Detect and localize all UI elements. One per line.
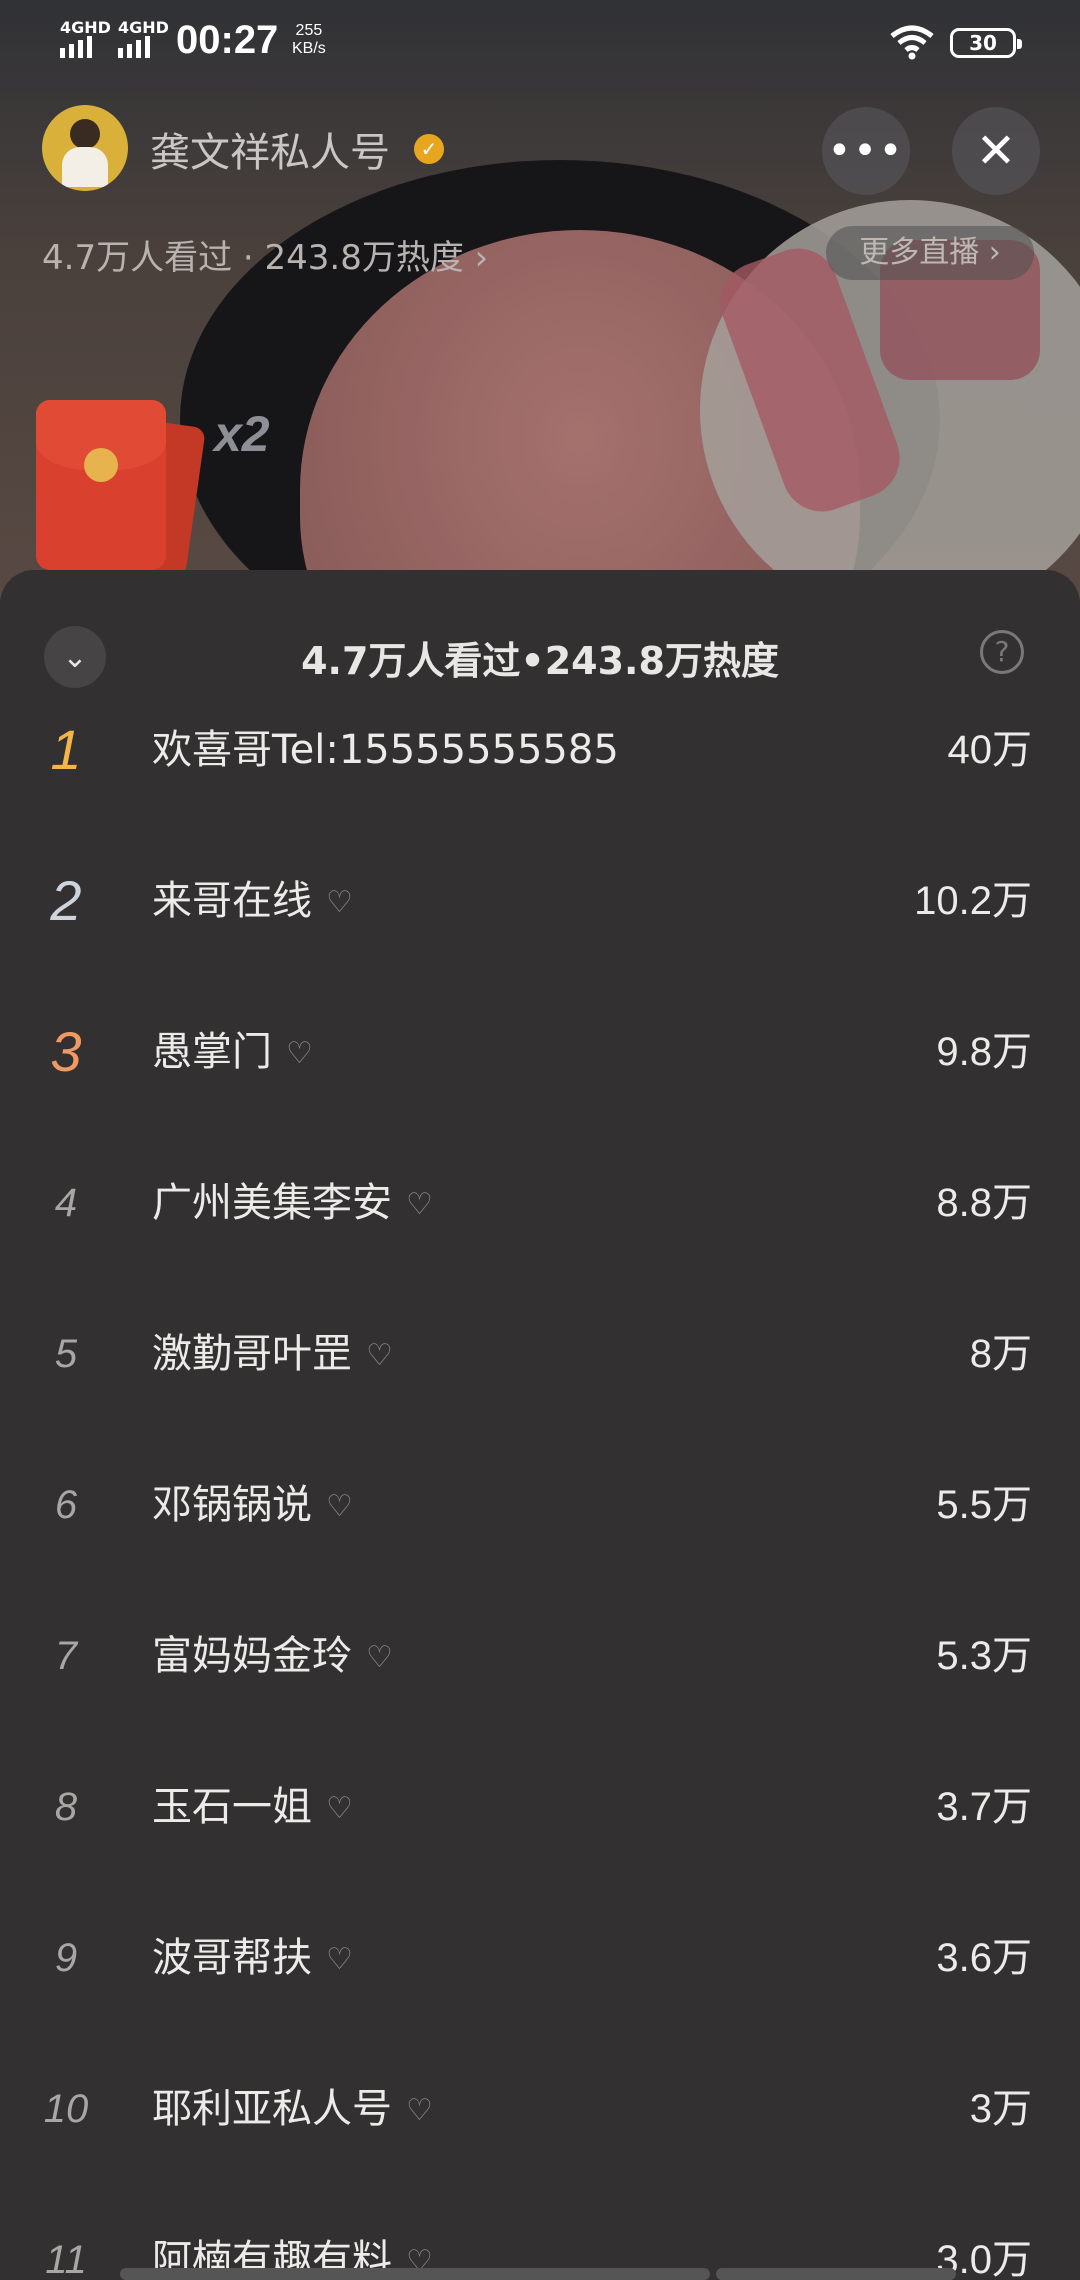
contribution-score: 40万 <box>947 728 1033 772</box>
clock: 00:27 <box>176 18 279 62</box>
user-name: 波哥帮扶 ♡ <box>152 1898 353 2018</box>
ranking-list: 1 欢喜哥Tel:15555555585 40万 2 来哥在线 ♡ 10.2万 3 愚掌门 ♡ 9.… <box>0 690 1080 2280</box>
host-avatar[interactable] <box>42 105 128 191</box>
bottom-bar-shape <box>120 2268 710 2280</box>
fan-badge-icon: ♡ <box>406 2093 433 2128</box>
more-live-button[interactable]: 更多直播 › <box>826 226 1034 280</box>
ranking-row[interactable]: 3 愚掌门 ♡ 9.8万 <box>0 992 1080 1143</box>
contribution-score: 9.8万 <box>936 1030 1032 1074</box>
network-speed-unit: KB/s <box>292 40 326 57</box>
contribution-score: 3万 <box>969 2087 1032 2131</box>
ranking-sheet: ⌄ 4.7万人看过•243.8万热度 ? 1 欢喜哥Tel:15555555585… <box>0 570 1080 2280</box>
fan-badge-icon: ♡ <box>406 1187 433 1222</box>
user-name-text: 来哥在线 <box>152 878 312 924</box>
rank-number: 4 <box>54 1181 78 1225</box>
network-label-2: 4GHD <box>118 18 169 37</box>
ranking-row[interactable]: 9 波哥帮扶 ♡ 3.6万 <box>0 1898 1080 2049</box>
user-name: 来哥在线 ♡ <box>152 841 353 961</box>
fan-badge-icon: ♡ <box>326 1791 353 1826</box>
contribution-score: 10.2万 <box>914 879 1032 923</box>
ranking-row[interactable]: 8 玉石一姐 ♡ 3.7万 <box>0 1747 1080 1898</box>
close-icon: ✕ <box>975 123 1017 179</box>
contribution-score: 5.3万 <box>936 1634 1032 1678</box>
rank-number: 5 <box>54 1332 78 1376</box>
user-name-text: 激勤哥叶罡 <box>152 1331 352 1377</box>
red-packet-seal-shape <box>84 448 118 482</box>
rank-number: 3 <box>50 1020 82 1083</box>
contribution-score: 8万 <box>969 1332 1032 1376</box>
host-name[interactable]: 龚文祥私人号 <box>150 120 390 178</box>
network-label-1: 4GHD <box>60 18 111 37</box>
more-dots-icon: ••• <box>827 128 905 174</box>
avatar-head-shape <box>70 119 100 149</box>
signal-bars-2-icon <box>118 36 150 58</box>
ranking-row[interactable]: 10 耶利亚私人号 ♡ 3万 <box>0 2049 1080 2200</box>
wifi-icon <box>890 25 934 60</box>
rank-number: 8 <box>54 1785 78 1829</box>
network-speed-value: 255 <box>295 22 323 39</box>
user-name: 欢喜哥Tel:15555555585 <box>152 690 619 810</box>
close-button[interactable]: ✕ <box>952 107 1040 195</box>
user-name-text: 耶利亚私人号 <box>152 2086 392 2132</box>
user-name: 邓锅锅说 ♡ <box>152 1445 353 1565</box>
contribution-score: 8.8万 <box>936 1181 1032 1225</box>
user-name-text: 欢喜哥Tel:15555555585 <box>152 727 619 773</box>
network-speed: 255 KB/s <box>292 22 326 58</box>
fan-badge-icon: ♡ <box>326 1489 353 1524</box>
ranking-row[interactable]: 2 来哥在线 ♡ 10.2万 <box>0 841 1080 992</box>
ranking-row[interactable]: 4 广州美集李安 ♡ 8.8万 <box>0 1143 1080 1294</box>
ranking-row[interactable]: 1 欢喜哥Tel:15555555585 40万 <box>0 690 1080 841</box>
battery-icon: 30 <box>950 28 1022 58</box>
user-name-text: 富妈妈金玲 <box>152 1633 352 1679</box>
rank-number: 9 <box>54 1936 78 1980</box>
fan-badge-icon: ♡ <box>326 1942 353 1977</box>
user-name-text: 广州美集李安 <box>152 1180 392 1226</box>
red-packet-multiplier: x2 <box>214 406 270 462</box>
ranking-row[interactable]: 7 富妈妈金玲 ♡ 5.3万 <box>0 1596 1080 1747</box>
fan-badge-icon: ♡ <box>286 1036 313 1071</box>
user-name: 愚掌门 ♡ <box>152 992 313 1112</box>
user-name: 富妈妈金玲 ♡ <box>152 1596 393 1716</box>
status-bar: 4GHD 4GHD 00:27 255 KB/s 30 <box>0 0 1080 86</box>
user-name: 广州美集李安 ♡ <box>152 1143 433 1263</box>
contribution-score: 3.7万 <box>936 1785 1032 1829</box>
user-name-text: 玉石一姐 <box>152 1784 312 1830</box>
sheet-title: 4.7万人看过•243.8万热度 <box>301 639 779 683</box>
user-name: 耶利亚私人号 ♡ <box>152 2049 433 2169</box>
rank-number: 10 <box>43 2087 89 2131</box>
fan-badge-icon: ♡ <box>366 1640 393 1675</box>
contribution-score: 5.5万 <box>936 1483 1032 1527</box>
contribution-score: 3.6万 <box>936 1936 1032 1980</box>
rank-number: 6 <box>54 1483 78 1527</box>
user-name-text: 波哥帮扶 <box>152 1935 312 1981</box>
user-name: 玉石一姐 ♡ <box>152 1747 353 1867</box>
rank-number: 1 <box>50 718 82 781</box>
user-name: 激勤哥叶罡 ♡ <box>152 1294 393 1414</box>
rank-number: 2 <box>50 869 82 932</box>
verified-badge-icon: ✓ <box>414 134 444 164</box>
avatar-body-shape <box>62 147 108 187</box>
fan-badge-icon: ♡ <box>326 885 353 920</box>
ranking-row[interactable]: 5 激勤哥叶罡 ♡ 8万 <box>0 1294 1080 1445</box>
viewers-heat-link[interactable]: 4.7万人看过 · 243.8万热度 › <box>42 230 488 279</box>
rank-number: 11 <box>45 2238 87 2280</box>
question-icon[interactable]: ? <box>980 630 1024 674</box>
rank-number: 7 <box>54 1634 78 1678</box>
bottom-bar-shape-2 <box>716 2268 956 2280</box>
fan-badge-icon: ♡ <box>366 1338 393 1373</box>
ranking-row[interactable]: 6 邓锅锅说 ♡ 5.5万 <box>0 1445 1080 1596</box>
signal-bars-1-icon <box>60 36 92 58</box>
user-name-text: 邓锅锅说 <box>152 1482 312 1528</box>
battery-level: 30 <box>969 31 997 55</box>
user-name-text: 愚掌门 <box>152 1029 272 1075</box>
more-options-button[interactable]: ••• <box>822 107 910 195</box>
red-packet-icon[interactable] <box>36 400 206 577</box>
